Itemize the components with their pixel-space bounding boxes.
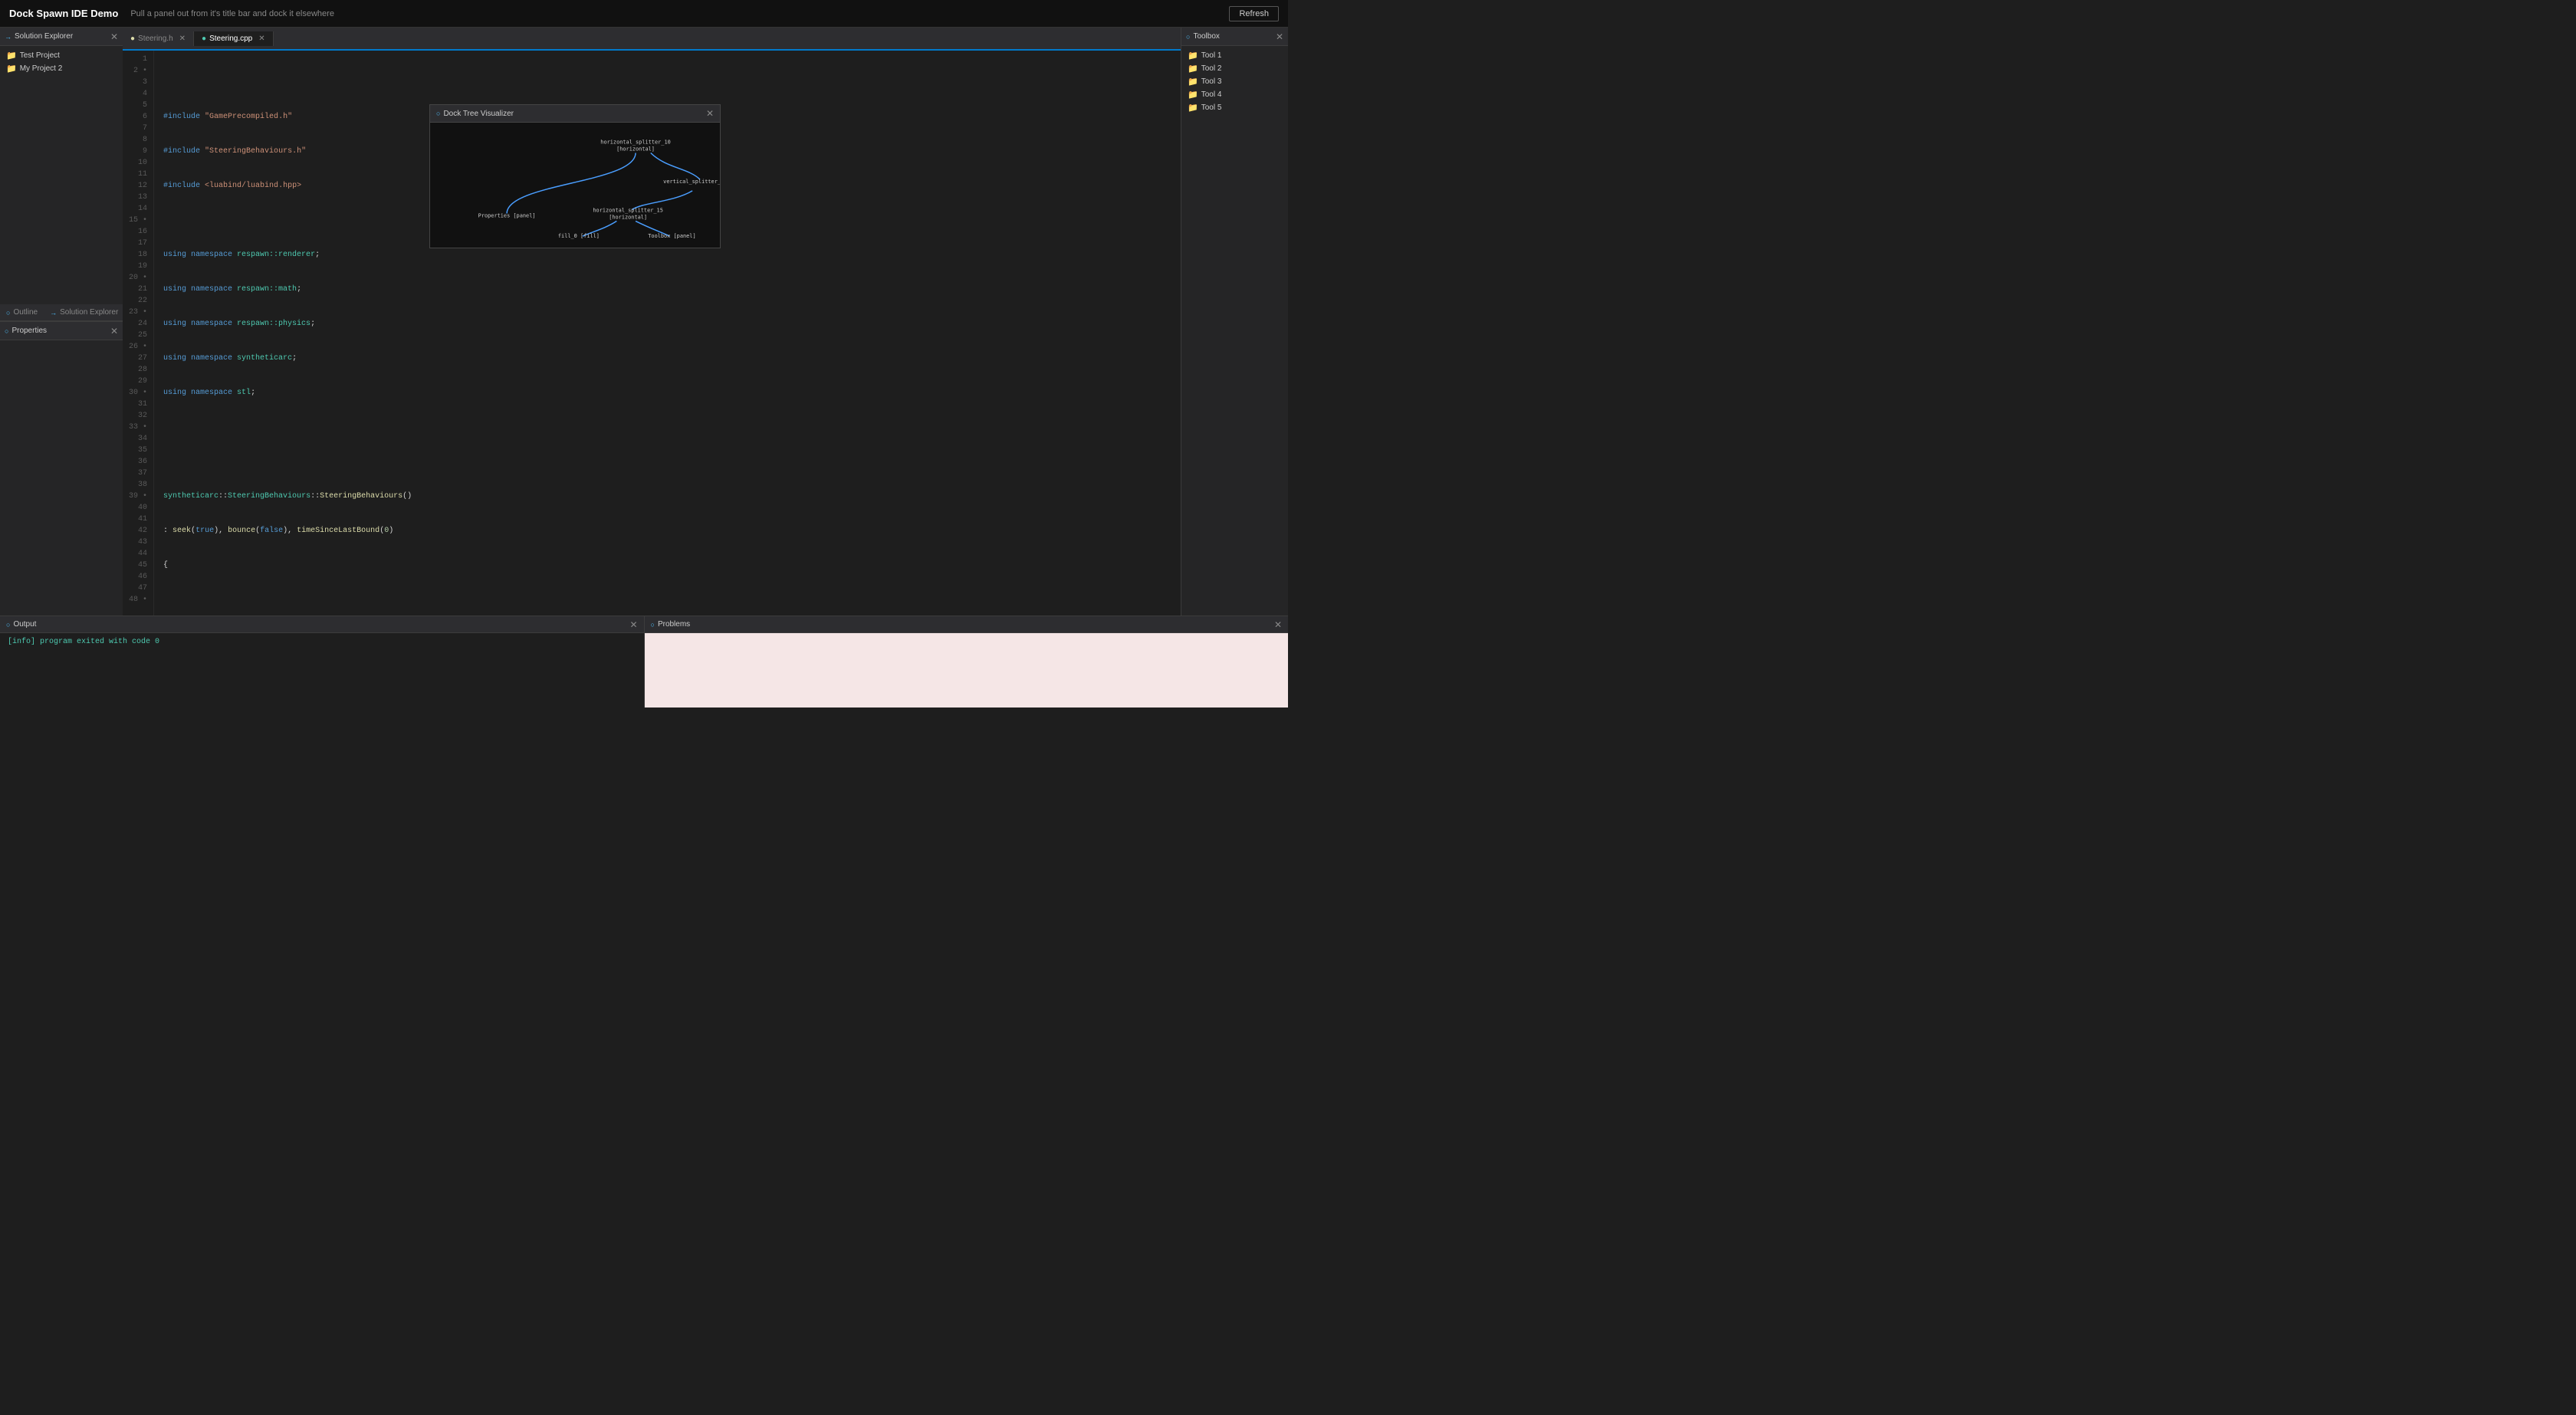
problems-title: Problems [658,620,690,629]
problems-close[interactable]: ✕ [1274,620,1282,629]
tree-item-label-my-project: My Project 2 [20,64,63,73]
left-sidebar-column: → Solution Explorer ✕ 📁 Test Project 📁 M… [0,28,123,616]
output-text: [info] program exited with code 0 [8,638,159,646]
solution-explorer-panel: → Solution Explorer ✕ 📁 Test Project 📁 M… [0,28,123,321]
editor-tab-steering-h[interactable]: ● Steering.h ✕ [123,31,194,46]
folder-icon-test-project: 📁 [6,51,17,61]
properties-close[interactable]: ✕ [110,327,118,336]
topbar: Dock Spawn IDE Demo Pull a panel out fro… [0,0,1288,28]
tab-solution-explorer-bottom-label: Solution Explorer [60,308,118,317]
tool2-label: Tool 2 [1201,64,1222,73]
solution-explorer-close[interactable]: ✕ [110,32,118,41]
toolbox-content: 📁 Tool 1 📁 Tool 2 📁 Tool 3 📁 Tool 4 📁 [1181,46,1288,616]
svg-text:vertical_splitter_13 [v: vertical_splitter_13 [v [663,179,720,185]
editor-tab-steering-cpp[interactable]: ● Steering.cpp ✕ [194,31,274,46]
toolbox-icon: ○ [1186,33,1190,41]
output-content: [info] program exited with code 0 [0,633,644,708]
dock-tree-svg: horizontal_splitter_10 [horizontal] vert… [430,123,720,248]
properties-panel: ○ Properties ✕ [0,321,123,616]
tool1-icon: 📁 [1188,51,1198,61]
steering-h-close[interactable]: ✕ [179,34,186,43]
editor-tab-bar: ● Steering.h ✕ ● Steering.cpp ✕ [123,28,1181,51]
problems-panel: ○ Problems ✕ [644,616,1289,708]
toolbox-item-4[interactable]: 📁 Tool 4 [1181,88,1288,101]
tree-item-my-project[interactable]: 📁 My Project 2 [0,62,123,75]
svg-text:Toolbox [panel]: Toolbox [panel] [648,233,695,239]
dock-tree-title: Dock Tree Visualizer [443,110,514,118]
steering-cpp-dot: ● [202,34,206,43]
output-panel: ○ Output ✕ [info] program exited with co… [0,616,644,708]
toolbox-item-1[interactable]: 📁 Tool 1 [1181,49,1288,62]
line-numbers: 12 •345 678910 1112131415 • 1617181920 •… [123,51,154,616]
solution-explorer-header: → Solution Explorer ✕ [0,28,123,46]
toolbox-title: Toolbox [1193,32,1219,41]
tab-outline[interactable]: ○ Outline [0,306,44,319]
svg-text:[horizontal]: [horizontal] [609,214,647,220]
steering-cpp-close[interactable]: ✕ [258,34,264,43]
output-close[interactable]: ✕ [629,620,637,629]
app-title: Dock Spawn IDE Demo [9,8,118,19]
toolbox-close[interactable]: ✕ [1276,32,1283,41]
properties-icon: ○ [5,327,8,335]
main-layout: → Solution Explorer ✕ 📁 Test Project 📁 M… [0,28,1288,708]
bottom-panel: ○ Output ✕ [info] program exited with co… [0,616,1288,708]
svg-text:Properties [panel]: Properties [panel] [478,212,536,218]
left-tab-bar: ○ Outline → Solution Explorer [0,304,123,321]
tool2-icon: 📁 [1188,64,1198,74]
tab-solution-explorer-bottom[interactable]: → Solution Explorer [44,306,124,319]
editor-tab-steering-cpp-label: Steering.cpp [209,34,252,43]
svg-text:horizontal_splitter_10: horizontal_splitter_10 [600,140,670,146]
tool4-icon: 📁 [1188,90,1198,100]
hint-text: Pull a panel out from it's title bar and… [130,9,1217,18]
solution-explorer-title: Solution Explorer [15,32,73,41]
svg-text:fill_0 [fill]: fill_0 [fill] [558,233,600,239]
dock-tree-close[interactable]: ✕ [706,108,714,119]
output-icon: ○ [6,621,10,629]
refresh-button[interactable]: Refresh [1229,6,1279,21]
middle-section: → Solution Explorer ✕ 📁 Test Project 📁 M… [0,28,1288,616]
tool1-label: Tool 1 [1201,51,1222,60]
problems-icon: ○ [651,621,655,629]
editor-area: ● Steering.h ✕ ● Steering.cpp ✕ 12 •345 … [123,28,1181,616]
solution-explorer-icon: → [5,33,12,41]
tab-outline-label: Outline [13,308,38,317]
tool5-icon: 📁 [1188,103,1198,113]
dock-tree-content: horizontal_splitter_10 [horizontal] vert… [430,123,720,248]
dock-tree-overlay: ○ Dock Tree Visualizer ✕ [429,104,721,248]
editor-tab-steering-h-label: Steering.h [138,34,173,43]
folder-icon-my-project: 📁 [6,64,17,74]
dock-tree-header: ○ Dock Tree Visualizer ✕ [430,105,720,123]
toolbox-item-5[interactable]: 📁 Tool 5 [1181,101,1288,114]
output-title: Output [13,620,36,629]
tool3-label: Tool 3 [1201,77,1222,86]
tool4-label: Tool 4 [1201,90,1222,99]
solution-explorer-content: 📁 Test Project 📁 My Project 2 [0,46,123,304]
toolbox-item-2[interactable]: 📁 Tool 2 [1181,62,1288,75]
svg-text:horizontal_splitter_15: horizontal_splitter_15 [593,208,662,214]
output-header: ○ Output ✕ [0,616,644,633]
properties-header: ○ Properties ✕ [0,322,123,340]
dock-tree-icon: ○ [436,110,440,117]
svg-text:[horizontal]: [horizontal] [616,146,655,153]
tool5-label: Tool 5 [1201,103,1222,112]
solution-explorer-bottom-icon: → [50,309,57,317]
problems-content [645,633,1289,708]
steering-h-dot: ● [130,34,135,43]
outline-icon: ○ [6,309,10,317]
properties-content [0,340,123,616]
tree-item-label-test-project: Test Project [20,51,60,60]
problems-header: ○ Problems ✕ [645,616,1289,633]
toolbox-item-3[interactable]: 📁 Tool 3 [1181,75,1288,88]
toolbox-header: ○ Toolbox ✕ [1181,28,1288,46]
toolbox-panel: ○ Toolbox ✕ 📁 Tool 1 📁 Tool 2 📁 Tool 3 [1181,28,1288,616]
properties-title: Properties [12,327,47,335]
tool3-icon: 📁 [1188,77,1198,87]
tree-item-test-project[interactable]: 📁 Test Project [0,49,123,62]
